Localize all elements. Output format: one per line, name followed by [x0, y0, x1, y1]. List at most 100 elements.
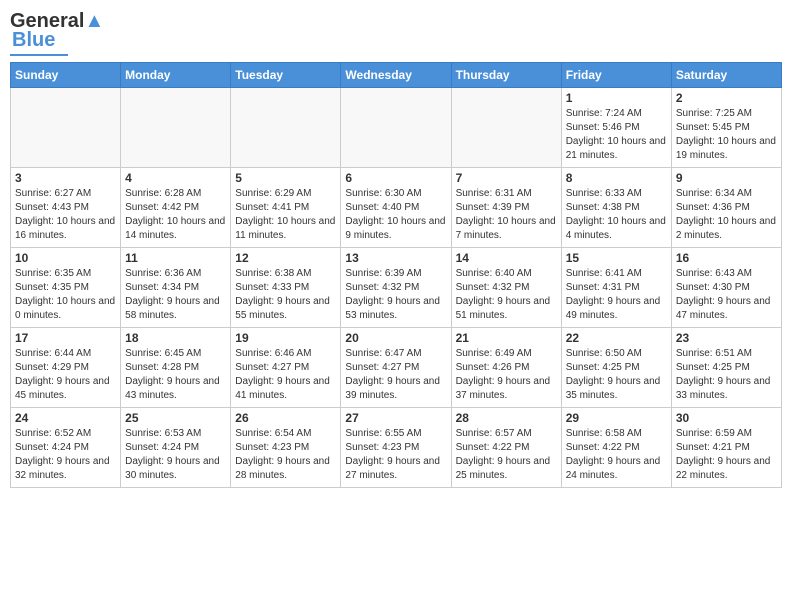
day-info: Sunrise: 6:29 AM Sunset: 4:41 PM Dayligh…	[235, 187, 336, 243]
weekday-header-tuesday: Tuesday	[231, 63, 341, 88]
day-number: 9	[676, 171, 777, 185]
calendar-cell: 10 Sunrise: 6:35 AM Sunset: 4:35 PM Dayli…	[11, 248, 121, 328]
day-number: 11	[125, 251, 226, 265]
calendar-week-4: 17 Sunrise: 6:44 AM Sunset: 4:29 PM Dayli…	[11, 328, 782, 408]
logo-blue: Blue	[12, 29, 55, 52]
day-info: Sunrise: 6:44 AM Sunset: 4:29 PM Dayligh…	[15, 347, 116, 403]
day-info: Sunrise: 6:51 AM Sunset: 4:25 PM Dayligh…	[676, 347, 777, 403]
calendar-cell: 9 Sunrise: 6:34 AM Sunset: 4:36 PM Daylig…	[671, 168, 781, 248]
calendar-cell: 30Sunrise: 6:59 AM Sunset: 4:21 PM Dayli…	[671, 408, 781, 488]
day-info: Sunrise: 6:47 AM Sunset: 4:27 PM Dayligh…	[345, 347, 446, 403]
calendar-cell: 13 Sunrise: 6:39 AM Sunset: 4:32 PM Dayli…	[341, 248, 451, 328]
day-number: 17	[15, 331, 116, 345]
day-info: Sunrise: 6:59 AM Sunset: 4:21 PM Dayligh…	[676, 427, 777, 483]
day-info: Sunrise: 6:39 AM Sunset: 4:32 PM Dayligh…	[345, 267, 446, 323]
day-number: 22	[566, 331, 667, 345]
day-info: Sunrise: 6:27 AM Sunset: 4:43 PM Dayligh…	[15, 187, 116, 243]
calendar-cell	[451, 88, 561, 168]
day-number: 8	[566, 171, 667, 185]
day-number: 10	[15, 251, 116, 265]
calendar-cell: 15 Sunrise: 6:41 AM Sunset: 4:31 PM Dayli…	[561, 248, 671, 328]
day-info: Sunrise: 6:40 AM Sunset: 4:32 PM Dayligh…	[456, 267, 557, 323]
calendar-cell: 8 Sunrise: 6:33 AM Sunset: 4:38 PM Daylig…	[561, 168, 671, 248]
calendar-cell: 20 Sunrise: 6:47 AM Sunset: 4:27 PM Dayli…	[341, 328, 451, 408]
weekday-header-thursday: Thursday	[451, 63, 561, 88]
weekday-header-wednesday: Wednesday	[341, 63, 451, 88]
day-info: Sunrise: 6:53 AM Sunset: 4:24 PM Dayligh…	[125, 427, 226, 483]
calendar-cell: 18Sunrise: 6:45 AM Sunset: 4:28 PM Dayli…	[121, 328, 231, 408]
calendar-week-2: 3 Sunrise: 6:27 AM Sunset: 4:43 PM Daylig…	[11, 168, 782, 248]
day-info: Sunrise: 6:50 AM Sunset: 4:25 PM Dayligh…	[566, 347, 667, 403]
day-number: 15	[566, 251, 667, 265]
day-number: 14	[456, 251, 557, 265]
weekday-header-monday: Monday	[121, 63, 231, 88]
calendar-week-3: 10 Sunrise: 6:35 AM Sunset: 4:35 PM Dayli…	[11, 248, 782, 328]
calendar-header-row: SundayMondayTuesdayWednesdayThursdayFrid…	[11, 63, 782, 88]
day-info: Sunrise: 6:33 AM Sunset: 4:38 PM Dayligh…	[566, 187, 667, 243]
day-info: Sunrise: 6:38 AM Sunset: 4:33 PM Dayligh…	[235, 267, 336, 323]
calendar-cell: 24Sunrise: 6:52 AM Sunset: 4:24 PM Dayli…	[11, 408, 121, 488]
day-number: 12	[235, 251, 336, 265]
calendar-cell	[121, 88, 231, 168]
day-number: 26	[235, 411, 336, 425]
day-info: Sunrise: 6:34 AM Sunset: 4:36 PM Dayligh…	[676, 187, 777, 243]
calendar-cell: 27Sunrise: 6:55 AM Sunset: 4:23 PM Dayli…	[341, 408, 451, 488]
calendar-cell: 3 Sunrise: 6:27 AM Sunset: 4:43 PM Daylig…	[11, 168, 121, 248]
weekday-header-friday: Friday	[561, 63, 671, 88]
calendar-cell: 2 Sunrise: 7:25 AM Sunset: 5:45 PM Daylig…	[671, 88, 781, 168]
day-info: Sunrise: 6:30 AM Sunset: 4:40 PM Dayligh…	[345, 187, 446, 243]
day-number: 24	[15, 411, 116, 425]
calendar-cell: 16 Sunrise: 6:43 AM Sunset: 4:30 PM Dayli…	[671, 248, 781, 328]
day-number: 1	[566, 91, 667, 105]
day-number: 4	[125, 171, 226, 185]
day-number: 2	[676, 91, 777, 105]
calendar: SundayMondayTuesdayWednesdayThursdayFrid…	[10, 62, 782, 488]
day-number: 21	[456, 331, 557, 345]
day-info: Sunrise: 6:41 AM Sunset: 4:31 PM Dayligh…	[566, 267, 667, 323]
day-number: 23	[676, 331, 777, 345]
calendar-cell	[341, 88, 451, 168]
calendar-cell: 14 Sunrise: 6:40 AM Sunset: 4:32 PM Dayli…	[451, 248, 561, 328]
calendar-cell: 19 Sunrise: 6:46 AM Sunset: 4:27 PM Dayli…	[231, 328, 341, 408]
day-number: 16	[676, 251, 777, 265]
calendar-cell	[11, 88, 121, 168]
calendar-cell: 4 Sunrise: 6:28 AM Sunset: 4:42 PM Daylig…	[121, 168, 231, 248]
day-number: 3	[15, 171, 116, 185]
day-info: Sunrise: 6:45 AM Sunset: 4:28 PM Dayligh…	[125, 347, 226, 403]
calendar-cell: 25Sunrise: 6:53 AM Sunset: 4:24 PM Dayli…	[121, 408, 231, 488]
day-info: Sunrise: 6:57 AM Sunset: 4:22 PM Dayligh…	[456, 427, 557, 483]
calendar-cell: 23 Sunrise: 6:51 AM Sunset: 4:25 PM Dayli…	[671, 328, 781, 408]
day-info: Sunrise: 6:43 AM Sunset: 4:30 PM Dayligh…	[676, 267, 777, 323]
calendar-cell: 1 Sunrise: 7:24 AM Sunset: 5:46 PM Daylig…	[561, 88, 671, 168]
calendar-cell: 26 Sunrise: 6:54 AM Sunset: 4:23 PM Dayli…	[231, 408, 341, 488]
day-info: Sunrise: 7:24 AM Sunset: 5:46 PM Dayligh…	[566, 107, 667, 163]
day-info: Sunrise: 6:35 AM Sunset: 4:35 PM Dayligh…	[15, 267, 116, 323]
day-number: 6	[345, 171, 446, 185]
day-number: 29	[566, 411, 667, 425]
day-info: Sunrise: 6:28 AM Sunset: 4:42 PM Dayligh…	[125, 187, 226, 243]
calendar-cell: 28 Sunrise: 6:57 AM Sunset: 4:22 PM Dayli…	[451, 408, 561, 488]
logo: General▲ Blue	[10, 10, 104, 56]
day-info: Sunrise: 6:49 AM Sunset: 4:26 PM Dayligh…	[456, 347, 557, 403]
day-number: 19	[235, 331, 336, 345]
day-number: 20	[345, 331, 446, 345]
calendar-cell: 17 Sunrise: 6:44 AM Sunset: 4:29 PM Dayli…	[11, 328, 121, 408]
day-info: Sunrise: 7:25 AM Sunset: 5:45 PM Dayligh…	[676, 107, 777, 163]
calendar-cell: 6 Sunrise: 6:30 AM Sunset: 4:40 PM Daylig…	[341, 168, 451, 248]
day-number: 5	[235, 171, 336, 185]
weekday-header-sunday: Sunday	[11, 63, 121, 88]
day-number: 7	[456, 171, 557, 185]
calendar-cell: 22 Sunrise: 6:50 AM Sunset: 4:25 PM Dayli…	[561, 328, 671, 408]
day-number: 27	[345, 411, 446, 425]
calendar-week-5: 24Sunrise: 6:52 AM Sunset: 4:24 PM Dayli…	[11, 408, 782, 488]
logo-divider	[10, 54, 68, 56]
day-number: 13	[345, 251, 446, 265]
day-number: 28	[456, 411, 557, 425]
calendar-cell: 11Sunrise: 6:36 AM Sunset: 4:34 PM Dayli…	[121, 248, 231, 328]
day-info: Sunrise: 6:46 AM Sunset: 4:27 PM Dayligh…	[235, 347, 336, 403]
calendar-cell: 12 Sunrise: 6:38 AM Sunset: 4:33 PM Dayli…	[231, 248, 341, 328]
day-info: Sunrise: 6:54 AM Sunset: 4:23 PM Dayligh…	[235, 427, 336, 483]
calendar-cell	[231, 88, 341, 168]
header: General▲ Blue	[10, 10, 782, 56]
calendar-cell: 29Sunrise: 6:58 AM Sunset: 4:22 PM Dayli…	[561, 408, 671, 488]
